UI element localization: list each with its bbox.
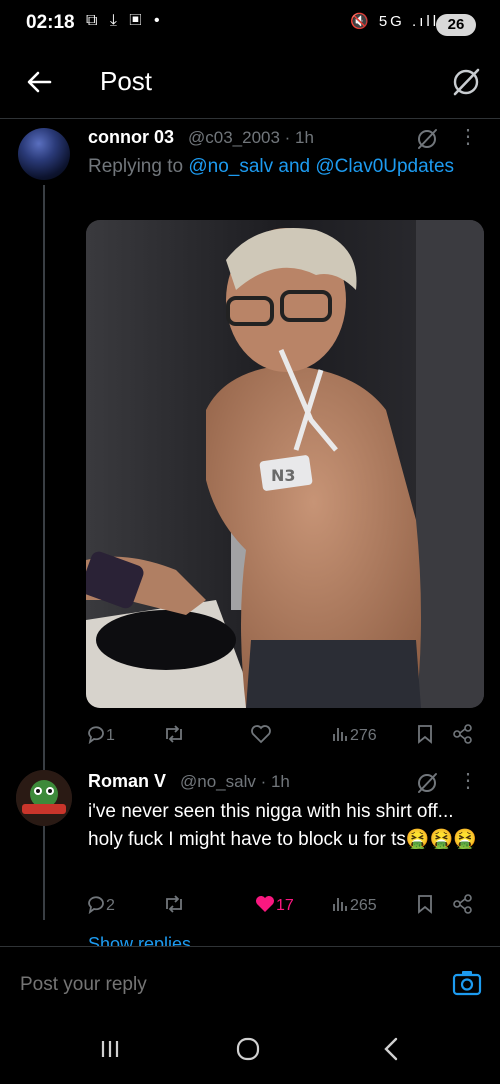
replying-prefix: Replying to	[88, 156, 189, 177]
retweet-button[interactable]	[162, 724, 186, 745]
camera-icon	[452, 971, 482, 996]
chevron-left-icon	[384, 1037, 398, 1061]
grok-icon	[453, 68, 480, 96]
views-icon	[333, 728, 347, 741]
bookmark-icon	[418, 725, 432, 744]
grok-explain-button[interactable]	[414, 770, 440, 796]
reply-count: 1	[106, 727, 115, 744]
mention-link[interactable]: @Clav0Updates	[315, 156, 454, 177]
reply-icon	[88, 726, 104, 745]
reply-button[interactable]: 1	[86, 724, 115, 745]
more-icon[interactable]: ⋮	[458, 124, 478, 149]
show-replies-link[interactable]: Show replies	[88, 934, 191, 946]
camera-button[interactable]	[452, 969, 482, 997]
like-button[interactable]: 17	[254, 894, 294, 915]
replying-and: and	[273, 156, 316, 177]
battery-indicator: 26	[436, 14, 476, 36]
status-bar: 02:18 ⧉ ⤓ ▣ • 🔇 5G .ıll ⊘ 26	[0, 0, 500, 52]
reply-input[interactable]	[18, 973, 402, 997]
views-button[interactable]: 276	[330, 724, 377, 745]
views-button[interactable]: 265	[330, 894, 377, 915]
grok-icon	[418, 773, 437, 793]
views-icon	[333, 898, 347, 911]
tweet-actions: 1 276	[86, 724, 486, 750]
necklace-pendant-text: N3	[271, 466, 296, 485]
photo-illustration: N3	[86, 220, 484, 708]
reply-button[interactable]: 2	[86, 894, 115, 915]
notification-icons: ⧉ ⤓ ▣ •	[86, 12, 164, 29]
avatar[interactable]	[16, 770, 72, 826]
back-arrow-icon	[27, 71, 52, 93]
bookmark-button[interactable]	[416, 894, 434, 915]
avatar-image	[16, 770, 72, 826]
author-name[interactable]: Roman V	[88, 771, 166, 792]
retweet-icon	[166, 895, 182, 913]
like-button[interactable]	[250, 724, 272, 745]
avatar[interactable]	[18, 128, 70, 180]
grok-icon	[418, 129, 437, 149]
back-button[interactable]	[20, 62, 60, 102]
reply-text: i've never seen this nigga with his shir…	[88, 801, 477, 850]
grok-button[interactable]	[448, 64, 484, 100]
views-count: 265	[350, 897, 377, 914]
bookmark-button[interactable]	[416, 724, 434, 745]
like-icon	[256, 896, 274, 912]
bookmark-icon	[418, 895, 432, 914]
reply-composer	[0, 947, 500, 1015]
recent-apps-button[interactable]	[98, 1037, 122, 1066]
author-handle[interactable]: @no_salv · 1h	[180, 772, 290, 792]
like-count: 17	[276, 897, 294, 914]
reply-count: 2	[106, 897, 115, 914]
page-title: Post	[100, 66, 153, 96]
share-icon	[453, 724, 472, 744]
home-icon	[236, 1037, 260, 1061]
like-icon	[251, 725, 271, 744]
reply-icon	[88, 896, 104, 915]
replying-to: Replying to @no_salv and @Clav0Updates	[88, 156, 454, 178]
status-time: 02:18	[26, 12, 75, 33]
retweet-icon	[166, 725, 182, 743]
system-back-button[interactable]	[380, 1035, 404, 1068]
author-name[interactable]: connor 03	[88, 127, 174, 148]
recent-apps-icon	[101, 1041, 119, 1057]
share-button[interactable]	[452, 894, 474, 915]
author-handle[interactable]: @c03_2003 · 1h	[188, 128, 314, 148]
home-button[interactable]	[236, 1037, 260, 1061]
views-count: 276	[350, 727, 377, 744]
more-icon[interactable]: ⋮	[458, 768, 478, 793]
system-nav-bar	[0, 1015, 500, 1084]
mention-link[interactable]: @no_salv	[188, 156, 273, 177]
retweet-button[interactable]	[162, 894, 186, 915]
top-header: Post	[0, 52, 500, 119]
share-icon	[453, 894, 472, 914]
tweet-photo[interactable]: N3	[86, 220, 484, 708]
grok-explain-button[interactable]	[414, 126, 440, 152]
share-button[interactable]	[452, 724, 474, 745]
reply-actions: 2 17 265	[86, 894, 486, 920]
